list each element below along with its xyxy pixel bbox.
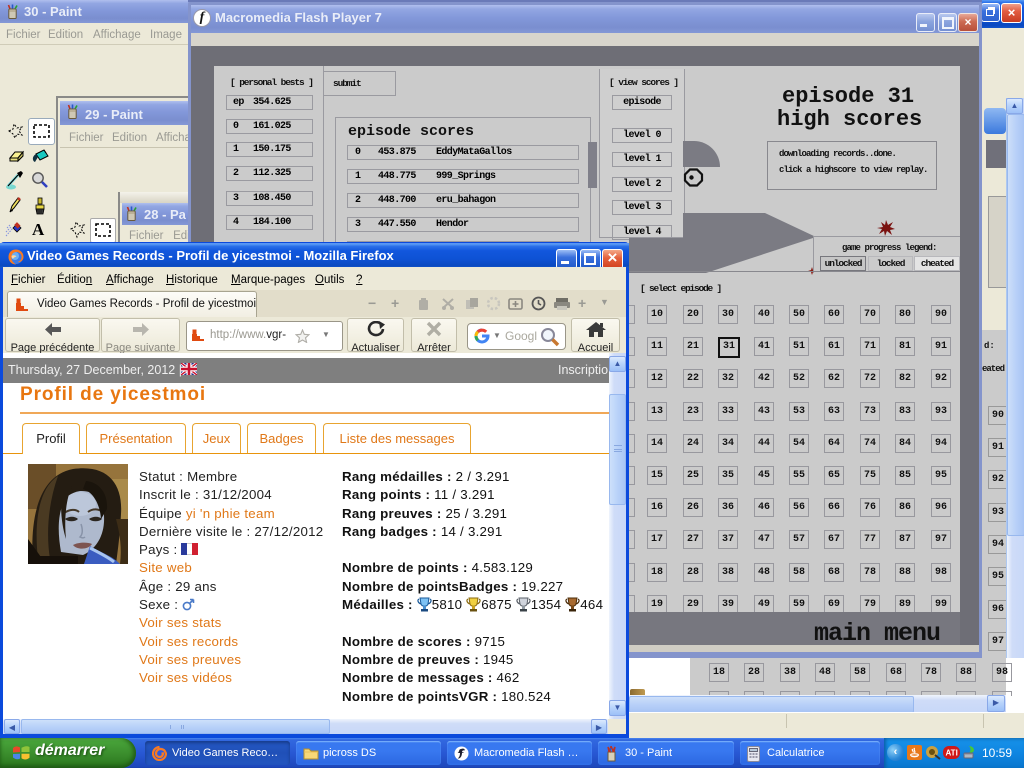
svg-text:ATI: ATI [946, 749, 958, 758]
